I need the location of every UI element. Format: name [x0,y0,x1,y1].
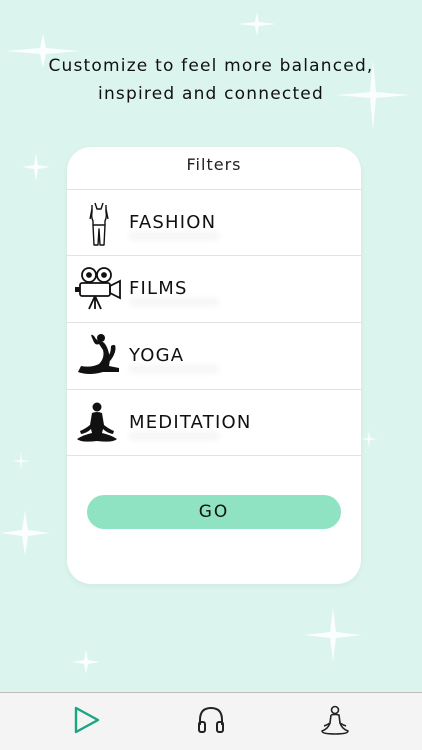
filters-card: Filters FASHION FILMS YOGA MEDITATION GO [67,147,361,584]
meditation-person-icon [321,705,349,735]
filter-label-yoga: YOGA [129,345,185,366]
filter-item-yoga[interactable]: YOGA [67,322,361,388]
filter-label-meditation: MEDITATION [129,412,252,433]
filter-item-films[interactable]: FILMS [67,255,361,321]
play-icon [74,706,100,734]
yoga-pose-icon [78,334,119,374]
headphones-icon [198,706,224,733]
tagline-line-1: Customize to feel more balanced, [48,56,374,76]
tab-play[interactable] [70,703,104,737]
filter-item-meditation[interactable]: MEDITATION [67,389,361,455]
go-button[interactable]: GO [87,495,341,529]
fashion-figure-icon [89,202,109,246]
filter-label-films: FILMS [129,278,188,299]
filters-title: Filters [186,155,242,174]
list-divider [67,455,361,456]
film-camera-icon [75,267,121,310]
tagline-line-2: inspired and connected [98,84,324,104]
filter-item-fashion[interactable]: FASHION [67,189,361,255]
tab-audio[interactable] [194,703,228,737]
tab-meditate[interactable] [318,703,352,737]
meditation-icon [77,402,117,442]
filter-label-fashion: FASHION [129,212,217,233]
tagline: Customize to feel more balanced, inspire… [0,52,422,108]
tab-bar [0,692,422,750]
